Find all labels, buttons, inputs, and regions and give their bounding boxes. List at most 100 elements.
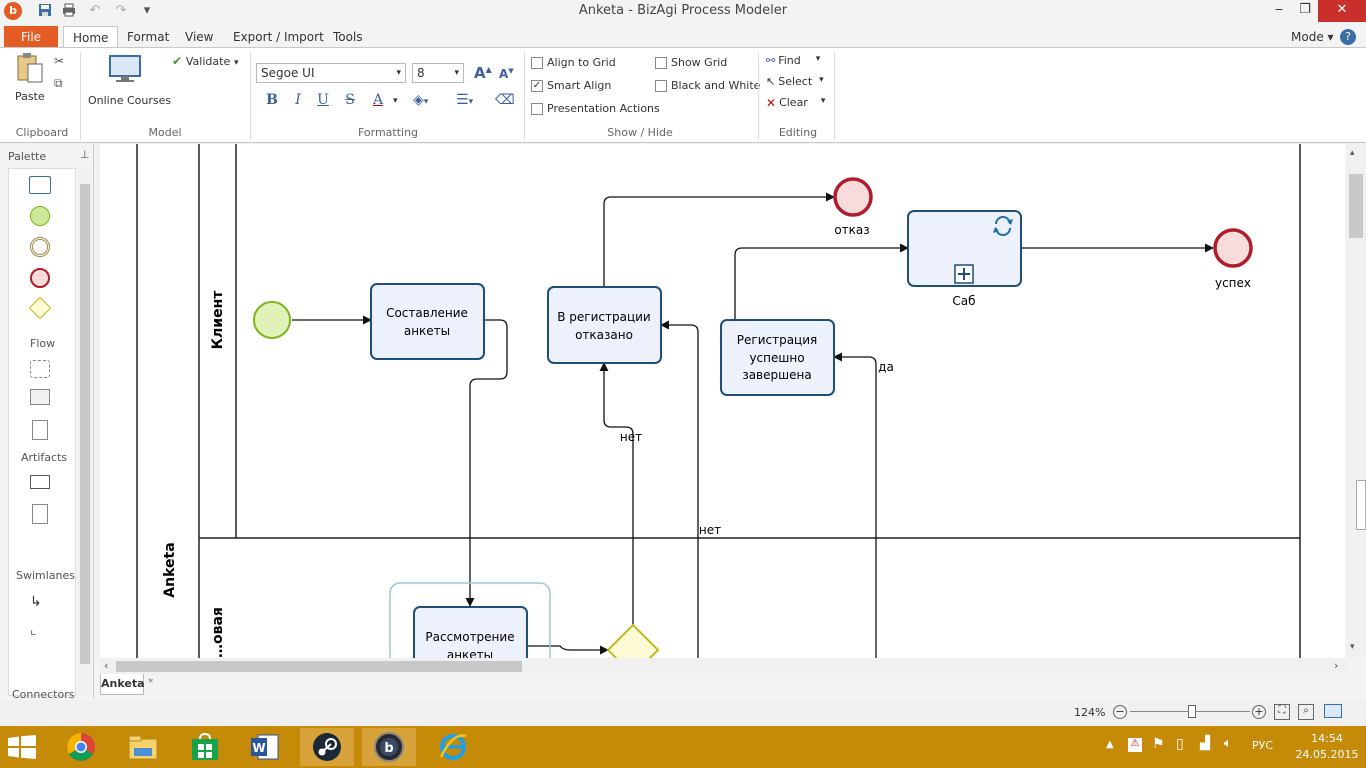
fit-to-screen-icon[interactable]: ⛶ — [1274, 704, 1290, 720]
presentation-actions-checkbox[interactable]: Presentation Actions — [531, 102, 660, 115]
intermediate-event-icon[interactable] — [30, 237, 50, 257]
maximize-button[interactable]: ❐ — [1288, 0, 1322, 22]
fill-color-icon[interactable]: ◈▾ — [413, 92, 428, 108]
network-icon[interactable]: ▟ — [1200, 736, 1210, 751]
bizagi-icon[interactable]: b — [362, 728, 416, 766]
exclusive-gateway[interactable] — [606, 623, 660, 658]
grow-font-icon[interactable]: A▲ — [474, 64, 492, 82]
start-event[interactable] — [253, 301, 291, 339]
windows-start-icon[interactable] — [8, 735, 36, 762]
font-family-select[interactable]: Segoe UI ▾ — [256, 63, 406, 83]
side-panel-tab[interactable] — [1356, 480, 1366, 530]
store-icon[interactable] — [178, 728, 232, 766]
vertical-scroll-thumb[interactable] — [1349, 174, 1363, 238]
select-button[interactable]: ↖ Select ▾ — [766, 75, 824, 88]
scroll-up-icon[interactable]: ▴ — [1350, 148, 1355, 158]
task-registration-denied[interactable] — [547, 286, 662, 364]
show-grid-checkbox[interactable]: Show Grid — [655, 56, 727, 69]
sequence-flow-no[interactable] — [660, 320, 699, 658]
tab-view[interactable]: View — [176, 26, 222, 48]
internet-explorer-icon[interactable] — [426, 728, 480, 766]
cut-icon[interactable]: ✂ — [54, 54, 64, 68]
start-event-icon[interactable] — [30, 206, 50, 226]
shrink-font-icon[interactable]: A▼ — [499, 67, 514, 81]
tab-tools[interactable]: Tools — [324, 26, 372, 48]
palette-scroll-thumb[interactable] — [80, 184, 90, 664]
end-event-success[interactable] — [1213, 228, 1253, 268]
sequence-flow[interactable] — [603, 192, 835, 287]
horizontal-scrollbar[interactable]: ‹ › — [100, 658, 1346, 674]
tab-export-import[interactable]: Export / Import — [224, 26, 333, 48]
tab-format[interactable]: Format — [118, 26, 178, 48]
palette-scrollbar[interactable] — [78, 168, 92, 696]
tab-home[interactable]: Home — [63, 26, 119, 48]
task-shape-icon[interactable] — [29, 176, 51, 194]
font-color-button[interactable]: A — [369, 92, 387, 108]
tab-file[interactable]: File — [4, 26, 58, 48]
pool-shape-icon[interactable] — [30, 475, 50, 489]
sequence-flow[interactable] — [734, 243, 909, 320]
end-event-refusal[interactable] — [833, 177, 873, 217]
paste-button[interactable]: Paste — [10, 52, 50, 103]
bpmn-diagram[interactable]: Anketa Клиент …овая нет нет да Составлен… — [100, 144, 1345, 658]
align-to-grid-checkbox[interactable]: Align to Grid — [531, 56, 616, 69]
power-icon[interactable]: ▯ — [1176, 736, 1184, 752]
strikethrough-button[interactable]: S — [341, 92, 359, 108]
copy-icon[interactable]: ⧉ — [54, 76, 63, 91]
vertical-scrollbar[interactable]: ▴ ▾ — [1346, 144, 1366, 658]
doc-tab-new[interactable]: * — [148, 676, 154, 689]
zoom-slider-thumb[interactable] — [1188, 705, 1196, 718]
clear-format-icon[interactable]: ⌫ — [495, 92, 515, 108]
annotation-icon[interactable] — [32, 504, 48, 524]
mode-dropdown[interactable]: Mode ▾ — [1282, 26, 1343, 48]
sequence-flow-no[interactable] — [599, 362, 634, 625]
sequence-flow[interactable] — [526, 645, 609, 655]
italic-button[interactable]: I — [289, 92, 307, 108]
chrome-icon[interactable] — [54, 728, 108, 766]
clock-date[interactable]: 24.05.2015 — [1294, 748, 1360, 761]
underline-button[interactable]: U — [314, 92, 332, 108]
clock-time[interactable]: 14:54 — [1294, 732, 1360, 745]
language-indicator[interactable]: РУС — [1252, 739, 1273, 752]
sequence-flow-yes[interactable] — [833, 352, 877, 658]
scroll-left-icon[interactable]: ‹ — [104, 659, 108, 672]
horizontal-scroll-thumb[interactable] — [116, 661, 522, 672]
antivirus-tray-icon[interactable]: ⚠ — [1128, 738, 1142, 752]
smart-align-checkbox[interactable]: ✓ Smart Align — [531, 79, 611, 92]
find-button[interactable]: ⚯ Find ▾ — [766, 54, 820, 67]
presentation-icon[interactable] — [1324, 704, 1342, 718]
lane-name-second[interactable]: …овая — [210, 607, 226, 658]
close-button[interactable]: ✕ — [1318, 0, 1366, 22]
zoom-in-button[interactable]: + — [1252, 705, 1266, 719]
scroll-right-icon[interactable]: › — [1334, 659, 1338, 672]
bold-button[interactable]: B — [263, 92, 281, 108]
steam-icon[interactable] — [300, 728, 354, 766]
task-anketa-creation[interactable] — [370, 283, 485, 360]
help-icon[interactable]: ? — [1340, 29, 1356, 45]
show-hidden-icons[interactable]: ▲ — [1106, 739, 1114, 750]
validate-button[interactable]: ✔ Validate ▾ — [172, 54, 239, 68]
group-shape-icon[interactable] — [30, 389, 50, 405]
sequence-flow[interactable] — [465, 319, 508, 607]
data-object-icon[interactable] — [32, 420, 48, 440]
black-and-white-checkbox[interactable]: Black and White — [655, 79, 760, 92]
volume-icon[interactable]: 🔈︎ — [1224, 736, 1232, 751]
lane-name-client[interactable]: Клиент — [210, 290, 226, 350]
sequence-flow-icon[interactable]: ↳ — [30, 594, 42, 610]
file-explorer-icon[interactable] — [116, 728, 170, 766]
word-icon[interactable]: W — [238, 728, 292, 766]
end-event-icon[interactable] — [30, 268, 50, 288]
zoom-out-button[interactable]: − — [1113, 705, 1127, 719]
zoom-window-icon[interactable]: ⌕ — [1298, 704, 1314, 720]
subprocess-icon[interactable] — [30, 360, 50, 378]
clear-button[interactable]: ✕ Clear ▾ — [766, 96, 825, 110]
association-flow-icon[interactable]: ⌞ — [30, 622, 37, 638]
font-color-dropdown-icon[interactable]: ▾ — [393, 96, 398, 106]
pin-icon[interactable]: ⊥ — [80, 148, 90, 161]
diagram-canvas[interactable]: Anketa Клиент …овая нет нет да Составлен… — [100, 144, 1345, 658]
action-center-icon[interactable]: ⚑ — [1152, 736, 1165, 752]
doc-tab-anketa[interactable]: Anketa — [100, 674, 145, 695]
align-text-icon[interactable]: ☰▾ — [456, 92, 473, 108]
online-courses-button[interactable]: Online Courses — [86, 52, 171, 108]
scroll-down-icon[interactable]: ▾ — [1350, 642, 1355, 652]
